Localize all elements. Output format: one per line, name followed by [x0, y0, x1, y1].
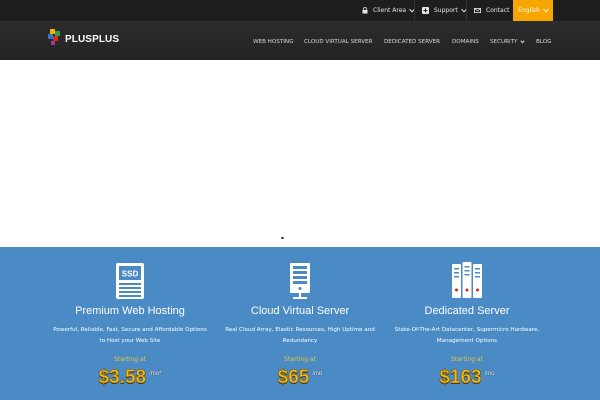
ssd-icon-label: SSD	[122, 270, 139, 279]
datacenter-icon	[451, 262, 483, 304]
nav-cloud-virtual-server[interactable]: CLOUD VIRTUAL SERVER	[304, 36, 373, 48]
price-amount: $163	[439, 367, 482, 389]
language-label: English	[518, 7, 540, 14]
nav-web-hosting[interactable]: WEB HOSTING	[253, 36, 293, 48]
price-unit: /mo*	[149, 371, 162, 377]
lock-icon	[362, 7, 368, 14]
divider	[466, 0, 467, 21]
services-section: SSD Premium Web Hosting Powerful, Reliab…	[0, 247, 600, 400]
hero-slider	[0, 60, 600, 247]
nav-dedicated-server[interactable]: DEDICATED SERVER	[384, 36, 440, 48]
plus-square-icon	[422, 7, 429, 14]
top-bar: Client Area Support Contact English	[0, 0, 600, 21]
service-title: Dedicated Server	[424, 305, 510, 317]
divider	[414, 0, 415, 21]
price-amount: $3.58	[98, 367, 147, 389]
nav-blog[interactable]: BLOG	[536, 36, 552, 48]
nav-security[interactable]: SECURITY	[490, 36, 526, 48]
logo[interactable]: PLUSPLUS	[48, 29, 120, 49]
support-label: Support	[434, 7, 458, 14]
server-rack-icon	[289, 262, 311, 304]
price-unit: /mo	[312, 371, 323, 377]
service-description: State-Of-The-Art Datacenter, Supermicro …	[394, 327, 540, 344]
contact-label: Contact	[486, 7, 510, 14]
contact-link[interactable]: Contact	[474, 0, 509, 21]
price-amount: $65	[277, 367, 310, 389]
language-selector[interactable]: English	[513, 0, 553, 21]
price-unit: /mo	[484, 371, 495, 377]
logo-mark-icon	[48, 29, 62, 49]
envelope-icon	[474, 8, 481, 13]
slider-indicator[interactable]	[281, 237, 284, 239]
nav-domains[interactable]: DOMAINS	[452, 36, 479, 48]
ssd-icon: SSD	[115, 262, 145, 304]
starting-at-label: Starting at	[451, 356, 483, 363]
client-area-label: Client Area	[373, 7, 407, 14]
chevron-down-icon	[542, 6, 549, 12]
service-price: $163/mo	[367, 367, 567, 389]
chevron-down-icon	[520, 38, 526, 43]
nav-security-label: SECURITY	[490, 39, 518, 45]
client-area-menu[interactable]: Client Area	[362, 0, 415, 21]
service-description: Real Cloud Array, Elastic Resources, Hig…	[225, 327, 375, 344]
brand-name: PLUSPLUS	[65, 33, 120, 45]
support-menu[interactable]: Support	[422, 0, 467, 21]
service-description: Powerful, Reliable, Fast, Secure and Aff…	[53, 327, 207, 344]
service-card-dedicated-server[interactable]: Dedicated Server State-Of-The-Art Datace…	[367, 247, 567, 400]
